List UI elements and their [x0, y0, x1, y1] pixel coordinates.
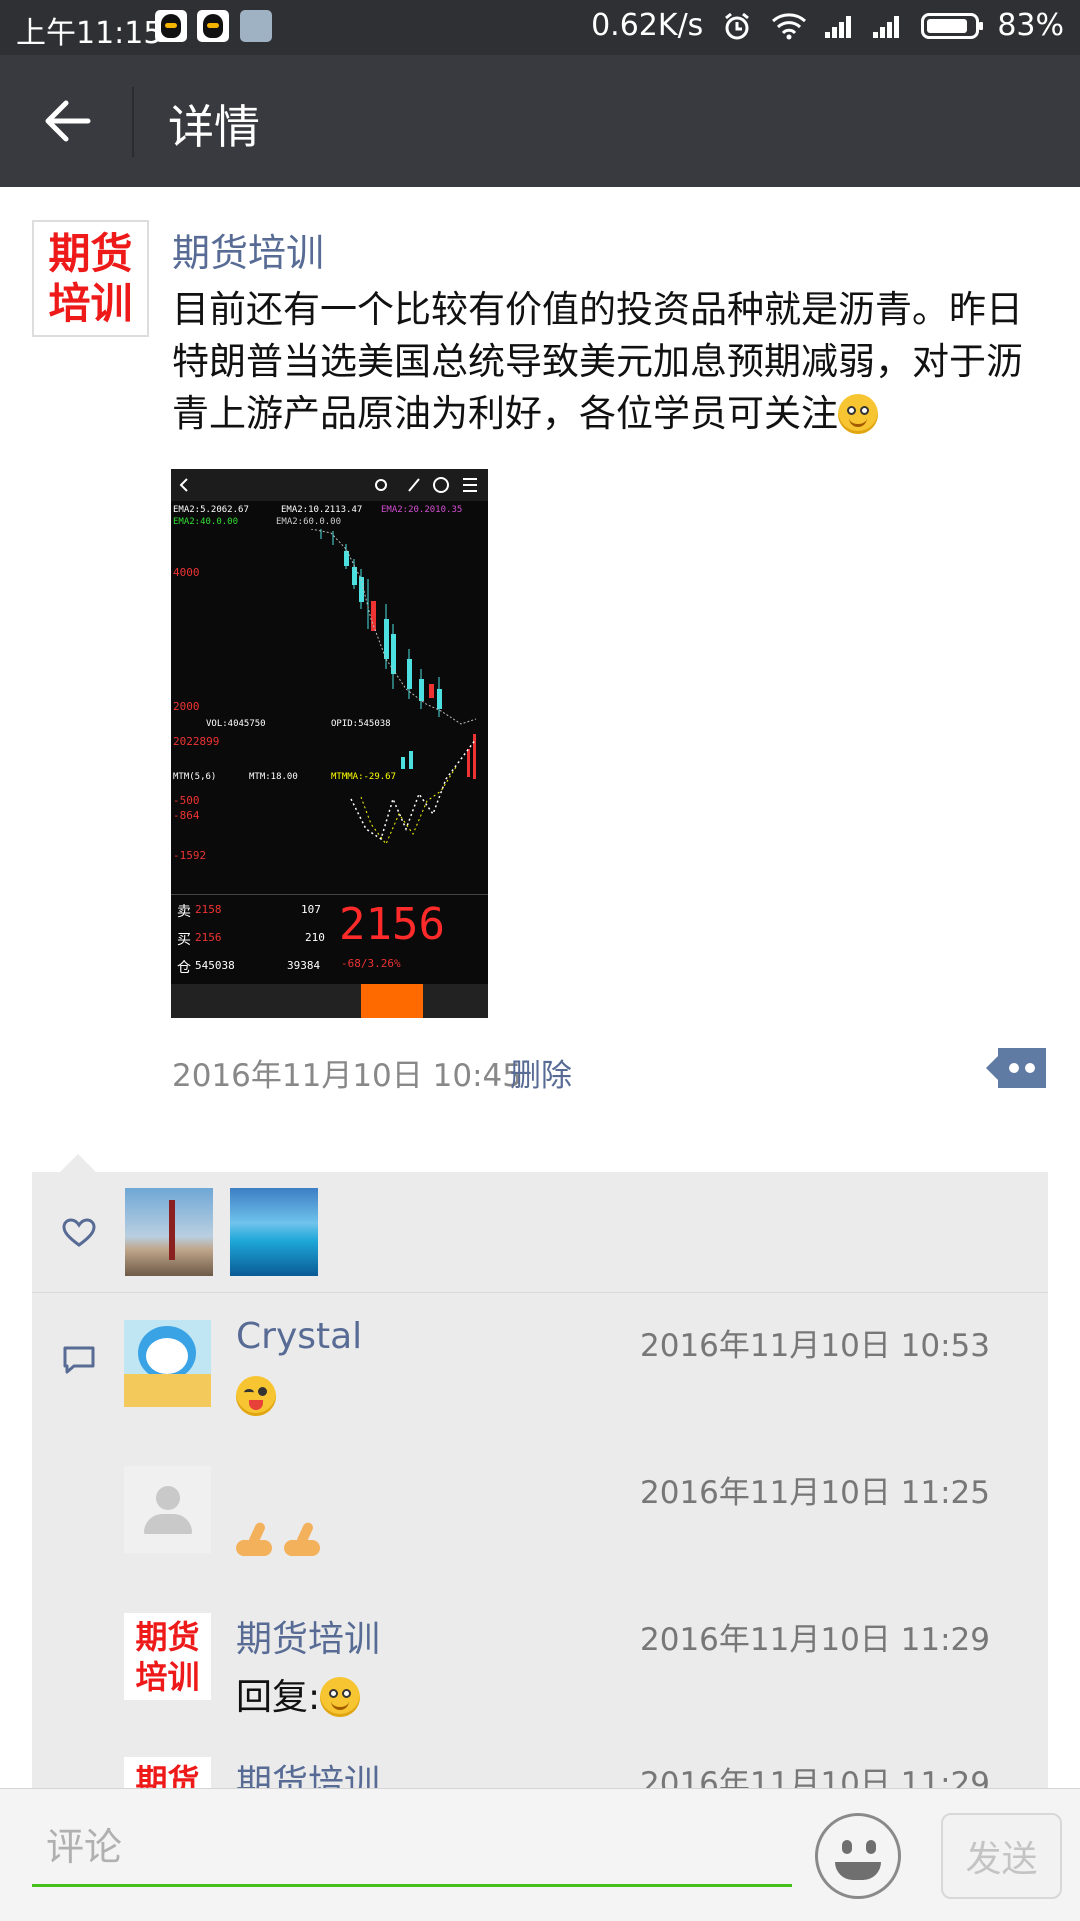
wink-tongue-emoji-icon	[236, 1376, 276, 1416]
ok-hand-emoji-icon	[236, 1520, 278, 1558]
chart-ema-label: EMA2:40.0.00	[173, 517, 239, 527]
chart-hold-value: 545038	[195, 959, 235, 972]
chart-hold-label: 仓	[177, 960, 191, 976]
chart-last-price: 2156	[339, 899, 445, 950]
battery-percent: 83%	[997, 8, 1064, 43]
chart-top-toolbar	[171, 469, 488, 501]
avatar-text-line: 培训	[48, 278, 133, 328]
qq-notification-icon	[155, 10, 187, 42]
alarm-icon	[725, 12, 750, 39]
chart-change: -68/3.26%	[341, 957, 401, 970]
commenter-avatar[interactable]: 期货 培训	[124, 1613, 211, 1700]
wifi-icon	[772, 12, 807, 39]
header-divider	[132, 87, 134, 157]
calculator-notification-icon	[240, 10, 272, 42]
qq-notification-icon	[197, 10, 229, 42]
post-text-content: 目前还有一个比较有价值的投资品种就是沥青。昨日特朗普当选美国总统导致美元加息预期…	[172, 288, 1023, 435]
network-speed: 0.62K/s	[591, 8, 704, 43]
battery-icon	[921, 12, 984, 39]
commenter-avatar-default[interactable]	[124, 1466, 211, 1553]
chart-toolbar-icons	[179, 477, 477, 493]
chart-bottom-tabs	[171, 984, 488, 1018]
ok-hand-emoji-icon	[284, 1520, 326, 1558]
post-timestamp: 2016年11月10日 10:45	[172, 1058, 522, 1094]
avatar-text-line: 期货	[135, 1617, 200, 1656]
post-image-stock-chart[interactable]: EMA2:5.2062.67 EMA2:10.2113.47 EMA2:20.2…	[171, 469, 488, 1018]
page-title: 详情	[168, 100, 260, 154]
chart-ema-label: EMA2:5.2062.67	[173, 505, 249, 515]
chart-buy-price: 2156	[195, 931, 222, 944]
back-arrow-icon[interactable]	[40, 93, 96, 149]
comment-time: 2016年11月10日 11:25	[640, 1475, 990, 1511]
chart-sell-volume: 107	[301, 903, 321, 916]
signal-icon	[873, 14, 903, 38]
commenter-avatar[interactable]	[124, 1320, 211, 1407]
chart-ema-label: EMA2:60.0.00	[276, 517, 342, 527]
chart-buy-label: 买	[177, 932, 191, 948]
chart-ema-label: EMA2:10.2113.47	[281, 505, 363, 515]
chart-ema-label: EMA2:20.2010.35	[381, 505, 463, 515]
chart-sell-label: 卖	[177, 904, 191, 920]
status-bar: 上午11:15 0.62K/s 83%	[0, 0, 1080, 55]
avatar-text-line: 培训	[135, 1657, 200, 1696]
comment-body	[236, 1376, 276, 1425]
send-button[interactable]: 发送	[941, 1813, 1062, 1899]
title-bar: 详情	[0, 55, 1080, 187]
status-time: 上午11:15	[16, 16, 163, 51]
panel-divider	[32, 1292, 1048, 1293]
post-text: 目前还有一个比较有价值的投资品种就是沥青。昨日特朗普当选美国总统导致美元加息预期…	[172, 284, 1042, 440]
more-actions-button[interactable]	[986, 1048, 1046, 1088]
smile-emoji-icon	[320, 1677, 361, 1717]
chart-sell-price: 2158	[195, 903, 222, 916]
post-author-name[interactable]: 期货培训	[172, 222, 324, 277]
comment-icon	[63, 1346, 95, 1374]
comment-body	[236, 1520, 332, 1567]
panel-pointer	[60, 1154, 96, 1172]
comment-input[interactable]	[32, 1809, 792, 1887]
comment-text: 回复:	[236, 1677, 321, 1718]
chart-candles-drawing	[310, 529, 477, 845]
like-avatar[interactable]	[230, 1188, 318, 1276]
avatar-text-line: 期货	[48, 228, 133, 278]
emoji-picker-button[interactable]	[815, 1813, 901, 1899]
commenter-name[interactable]: 期货培训	[236, 1610, 380, 1662]
chart-hold-volume: 39384	[287, 959, 321, 972]
like-avatar[interactable]	[125, 1188, 213, 1276]
delete-link[interactable]: 删除	[510, 1050, 572, 1095]
heart-icon	[62, 1218, 96, 1247]
comment-input-bar: 发送	[0, 1788, 1080, 1921]
chart-active-tab	[361, 984, 423, 1018]
comment-time: 2016年11月10日 11:29	[640, 1622, 990, 1658]
post-author-avatar[interactable]: 期货 培训	[32, 220, 149, 337]
smile-emoji-icon	[838, 394, 878, 434]
comment-body: 回复:	[236, 1668, 361, 1720]
comment-time: 2016年11月10日 10:53	[640, 1328, 990, 1364]
chart-buy-volume: 210	[305, 931, 325, 944]
commenter-name[interactable]: Crystal	[236, 1316, 362, 1357]
signal-icon	[825, 14, 855, 38]
